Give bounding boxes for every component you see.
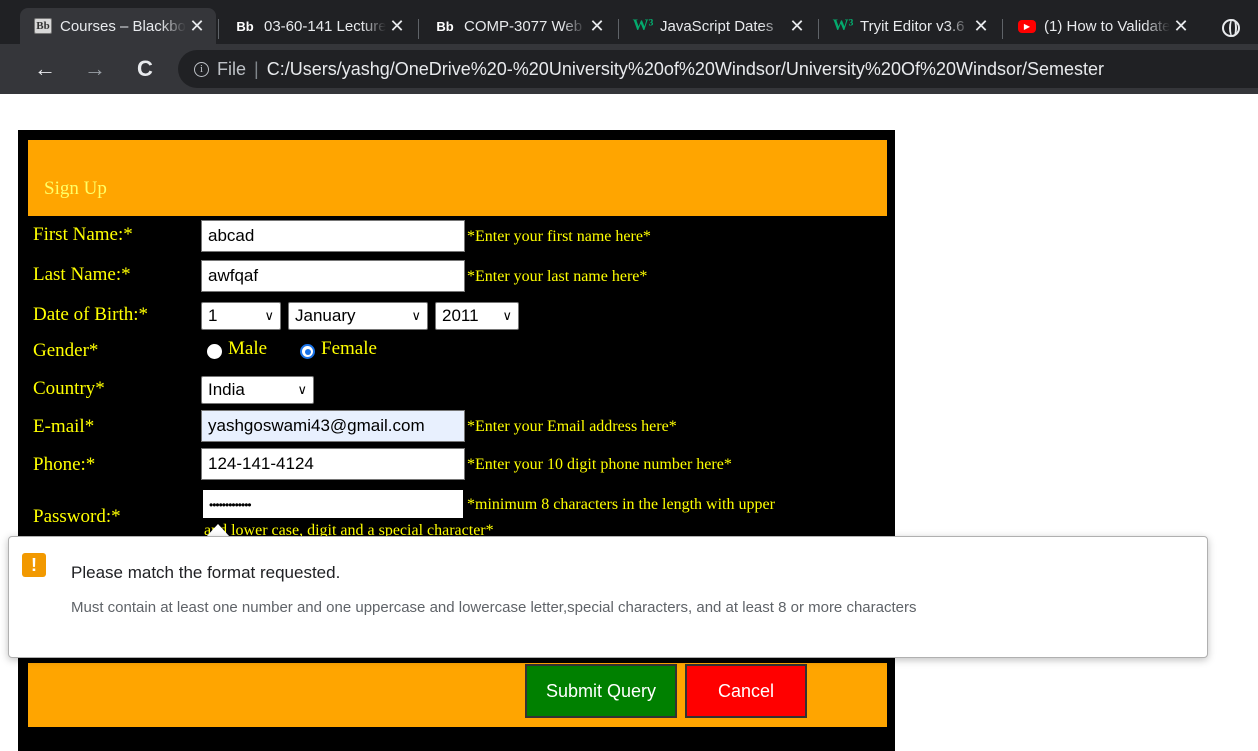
close-icon[interactable]: ✕ bbox=[970, 16, 992, 37]
url-separator: | bbox=[254, 58, 259, 79]
email-input[interactable]: yashgoswami43@gmail.com bbox=[201, 410, 465, 442]
submit-button[interactable]: Submit Query bbox=[525, 664, 677, 718]
tab-tryit-editor[interactable]: W³ Tryit Editor v3.6 ✕ bbox=[820, 8, 1000, 44]
browser-toolbar: ← → C i File | C:/Users/yashg/OneDrive%2… bbox=[0, 44, 1258, 94]
tab-label: JavaScript Dates bbox=[660, 17, 774, 35]
youtube-icon: ▶ bbox=[1018, 19, 1036, 33]
phone-label: Phone:* bbox=[33, 454, 96, 475]
info-icon[interactable]: i bbox=[194, 61, 209, 77]
close-icon[interactable]: ✕ bbox=[186, 16, 208, 37]
dob-label: Date of Birth:* bbox=[33, 304, 149, 325]
first-name-input[interactable]: abcad bbox=[201, 220, 465, 252]
phone-hint: *Enter your 10 digit phone number here* bbox=[467, 456, 732, 473]
tab-separator bbox=[218, 19, 219, 39]
password-hint: *minimum 8 characters in the length with… bbox=[467, 496, 775, 513]
browser-tab-bar: Bb Courses – Blackboard ✕ Bb 03-60-141 L… bbox=[0, 0, 1258, 44]
validation-message: Must contain at least one number and one… bbox=[71, 599, 917, 616]
gender-male-label[interactable]: Male bbox=[228, 338, 267, 360]
last-name-input[interactable]: awfqaf bbox=[201, 260, 465, 292]
form-header: Sign Up bbox=[28, 140, 887, 216]
validation-bubble: ! Please match the format requested. Mus… bbox=[8, 536, 1208, 658]
country-select[interactable]: India ∨ bbox=[201, 376, 314, 404]
blackboard-icon: Bb bbox=[236, 18, 254, 34]
dob-month-value: January bbox=[295, 306, 356, 325]
w3schools-icon: W³ bbox=[832, 17, 854, 34]
chevron-down-icon: ∨ bbox=[502, 308, 512, 323]
email-hint: *Enter your Email address here* bbox=[467, 418, 677, 435]
chevron-down-icon: ∨ bbox=[297, 382, 307, 397]
tab-label: COMP-3077 Web bbox=[464, 17, 583, 35]
tab-youtube[interactable]: ▶ (1) How to Validate ✕ bbox=[1004, 8, 1200, 44]
cancel-button[interactable]: Cancel bbox=[685, 664, 807, 718]
email-label: E-mail* bbox=[33, 416, 95, 437]
address-bar[interactable]: i File | C:/Users/yashg/OneDrive%20-%20U… bbox=[178, 50, 1258, 88]
globe-icon[interactable] bbox=[1222, 19, 1240, 37]
back-arrow-icon[interactable]: ← bbox=[28, 52, 62, 86]
tab-courses[interactable]: Bb Courses – Blackboard ✕ bbox=[20, 8, 216, 44]
tab-comp-3077[interactable]: Bb COMP-3077 Web ✕ bbox=[420, 8, 616, 44]
close-icon[interactable]: ✕ bbox=[786, 16, 808, 37]
validation-title: Please match the format requested. bbox=[71, 563, 341, 582]
close-icon[interactable]: ✕ bbox=[1170, 16, 1192, 37]
close-icon[interactable]: ✕ bbox=[386, 16, 408, 37]
gender-female-radio[interactable] bbox=[300, 344, 315, 359]
tab-label: (1) How to Validate bbox=[1044, 17, 1170, 35]
dob-year-value: 2011 bbox=[442, 306, 479, 325]
country-value: India bbox=[208, 380, 245, 399]
first-name-hint: *Enter your first name here* bbox=[467, 228, 651, 245]
close-icon[interactable]: ✕ bbox=[586, 16, 608, 37]
gender-label: Gender* bbox=[33, 340, 99, 361]
url-text[interactable]: C:/Users/yashg/OneDrive%20-%20University… bbox=[267, 59, 1104, 80]
country-label: Country* bbox=[33, 378, 105, 399]
gender-female-label[interactable]: Female bbox=[321, 338, 377, 360]
forward-arrow-icon[interactable]: → bbox=[78, 52, 112, 86]
blackboard-icon: Bb bbox=[34, 18, 52, 34]
first-name-label: First Name:* bbox=[33, 224, 133, 245]
gender-male-radio[interactable] bbox=[207, 344, 222, 359]
form-title: Sign Up bbox=[44, 178, 107, 199]
blackboard-icon: Bb bbox=[436, 18, 454, 34]
password-input[interactable]: ••••••••••••• bbox=[201, 488, 465, 520]
last-name-label: Last Name:* bbox=[33, 264, 131, 285]
tab-javascript-dates[interactable]: W³ JavaScript Dates ✕ bbox=[620, 8, 816, 44]
reload-icon[interactable]: C bbox=[128, 52, 162, 86]
tab-03-60-141[interactable]: Bb 03-60-141 Lecture ✕ bbox=[220, 8, 416, 44]
dob-month-select[interactable]: January ∨ bbox=[288, 302, 428, 330]
tab-label: 03-60-141 Lecture bbox=[264, 17, 386, 35]
dob-day-value: 1 bbox=[208, 306, 218, 325]
dob-year-select[interactable]: 2011 ∨ bbox=[435, 302, 519, 330]
chevron-down-icon: ∨ bbox=[411, 308, 421, 323]
password-label: Password:* bbox=[33, 506, 121, 527]
w3schools-icon: W³ bbox=[632, 17, 654, 34]
tab-separator bbox=[618, 19, 619, 39]
tab-label: Tryit Editor v3.6 bbox=[860, 17, 965, 35]
tab-separator bbox=[418, 19, 419, 39]
tab-separator bbox=[1002, 19, 1003, 39]
last-name-hint: *Enter your last name here* bbox=[467, 268, 648, 285]
url-scheme: File bbox=[217, 58, 247, 79]
tab-separator bbox=[818, 19, 819, 39]
tab-label: Courses – Blackboard bbox=[60, 17, 186, 35]
warning-icon: ! bbox=[22, 553, 46, 577]
chevron-down-icon: ∨ bbox=[264, 308, 274, 323]
phone-input[interactable]: 124-141-4124 bbox=[201, 448, 465, 480]
dob-day-select[interactable]: 1 ∨ bbox=[201, 302, 281, 330]
